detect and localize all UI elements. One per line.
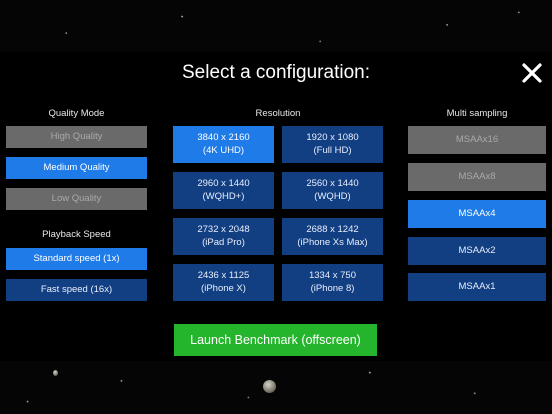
resolution-label: Resolution [255,108,301,119]
resolution-size: 1920 x 1080 [306,132,359,144]
resolution-name: (iPhone 8) [310,282,355,294]
multi-sampling-label: Multi sampling [446,108,508,119]
resolution-size: 1334 x 750 [308,270,356,282]
resolution-size: 2960 x 1440 [197,178,250,190]
quality-low-button[interactable]: Low Quality [6,188,147,210]
quality-high-button[interactable]: High Quality [6,126,147,148]
resolution-iphone-x-button[interactable]: 2436 x 1125 (iPhone X) [173,264,274,301]
playback-speed-label: Playback Speed [42,229,111,240]
resolution-name: (WQHD+) [202,190,245,202]
resolution-size: 2560 x 1440 [306,178,359,190]
resolution-iphone-xs-max-button[interactable]: 2688 x 1242 (iPhone Xs Max) [282,218,383,255]
resolution-iphone-8-button[interactable]: 1334 x 750 (iPhone 8) [282,264,383,301]
asteroid-decoration [53,370,58,376]
msaa-x4-button[interactable]: MSAAx4 [408,200,546,228]
resolution-wqhd-plus-button[interactable]: 2960 x 1440 (WQHD+) [173,172,274,209]
resolution-name: (WQHD) [314,190,351,202]
asteroid-decoration [263,380,276,393]
msaa-x8-button[interactable]: MSAAx8 [408,163,546,191]
msaa-x1-button[interactable]: MSAAx1 [408,273,546,301]
playback-standard-button[interactable]: Standard speed (1x) [6,248,147,270]
resolution-name: (iPad Pro) [202,236,245,248]
quality-mode-label: Quality Mode [48,108,105,119]
launch-benchmark-button[interactable]: Launch Benchmark (offscreen) [174,324,377,356]
resolution-name: (Full HD) [313,144,352,156]
resolution-ipad-pro-button[interactable]: 2732 x 2048 (iPad Pro) [173,218,274,255]
resolution-name: (iPhone X) [201,282,246,294]
resolution-full-hd-button[interactable]: 1920 x 1080 (Full HD) [282,126,383,163]
resolution-size: 2732 x 2048 [197,224,250,236]
playback-fast-button[interactable]: Fast speed (16x) [6,279,147,301]
resolution-name: (iPhone Xs Max) [297,236,368,248]
msaa-x16-button[interactable]: MSAAx16 [408,126,546,154]
msaa-x2-button[interactable]: MSAAx2 [408,237,546,265]
dialog-title: Select a configuration: [181,62,370,83]
resolution-size: 3840 x 2160 [197,132,250,144]
resolution-size: 2688 x 1242 [306,224,359,236]
resolution-wqhd-button[interactable]: 2560 x 1440 (WQHD) [282,172,383,209]
close-icon[interactable] [518,59,546,87]
resolution-4k-uhd-button[interactable]: 3840 x 2160 (4K UHD) [173,126,274,163]
resolution-size: 2436 x 1125 [197,270,250,282]
resolution-name: (4K UHD) [202,144,245,156]
quality-medium-button[interactable]: Medium Quality [6,157,147,179]
